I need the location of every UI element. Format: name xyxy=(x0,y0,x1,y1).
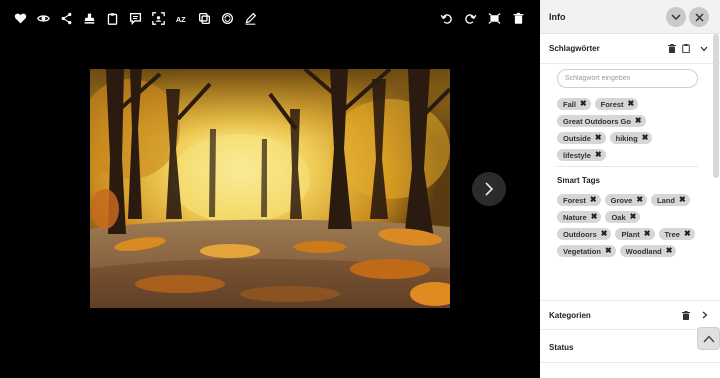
smart-tags-title: Smart Tags xyxy=(557,176,600,185)
smart-tag: Nature ✖ xyxy=(557,211,602,223)
smart-tag: Oak ✖ xyxy=(605,211,641,223)
remove-tag-icon[interactable]: ✖ xyxy=(601,230,608,238)
chevron-up-icon xyxy=(702,334,715,342)
close-panel-button[interactable] xyxy=(689,7,709,27)
smart-tag: Tree ✖ xyxy=(658,228,695,240)
keyword-tag: Great Outdoors Go ✖ xyxy=(557,115,646,127)
svg-text:AZ: AZ xyxy=(175,14,185,23)
keyword-tag: Forest ✖ xyxy=(594,98,639,110)
trash-icon[interactable] xyxy=(668,44,676,53)
comment-icon[interactable] xyxy=(124,10,146,26)
remove-tag-icon[interactable]: ✖ xyxy=(679,196,686,204)
trash-icon[interactable] xyxy=(682,310,690,320)
keywords-title: Schlagwörter xyxy=(549,44,600,53)
chevron-down-icon[interactable] xyxy=(700,46,708,52)
crop-icon[interactable] xyxy=(483,10,505,26)
keyword-tag: Outside ✖ xyxy=(557,132,606,144)
status-section-header[interactable]: Status xyxy=(540,333,720,363)
panel-scrollbar[interactable] xyxy=(713,34,719,178)
autumn-forest-photo xyxy=(90,69,450,308)
share-icon[interactable] xyxy=(55,10,77,26)
panel-title: Info xyxy=(549,11,566,22)
remove-tag-icon[interactable]: ✖ xyxy=(595,151,602,159)
info-panel: Info Schlagwörter Kategorien Status xyxy=(540,0,720,378)
face-scan-icon[interactable] xyxy=(147,10,169,26)
smart-tag: Grove ✖ xyxy=(604,194,648,206)
remove-tag-icon[interactable]: ✖ xyxy=(635,117,642,125)
chevron-right-icon xyxy=(485,182,494,196)
section-divider xyxy=(557,166,698,167)
clipboard-icon[interactable] xyxy=(101,10,123,26)
remove-tag-icon[interactable]: ✖ xyxy=(666,247,673,255)
viewer-toolbar-left: AZ xyxy=(9,10,262,26)
chevron-down-icon xyxy=(671,14,681,21)
remove-tag-icon[interactable]: ✖ xyxy=(580,100,587,108)
remove-tag-icon[interactable]: ✖ xyxy=(644,230,651,238)
collapse-panel-button[interactable] xyxy=(666,7,686,27)
status-title: Status xyxy=(549,343,574,352)
remove-tag-icon[interactable]: ✖ xyxy=(630,213,637,221)
remove-tag-icon[interactable]: ✖ xyxy=(628,100,635,108)
close-icon xyxy=(694,12,704,22)
smart-tag: Land ✖ xyxy=(651,194,690,206)
image-viewer: AZ xyxy=(0,0,540,378)
chevron-right-icon[interactable] xyxy=(702,311,708,319)
smart-tag: Plant ✖ xyxy=(615,228,655,240)
smart-tag: Outdoors ✖ xyxy=(557,228,612,240)
next-image-button[interactable] xyxy=(472,172,506,206)
redo-icon[interactable] xyxy=(459,10,481,26)
sync-icon[interactable] xyxy=(216,10,238,26)
remove-tag-icon[interactable]: ✖ xyxy=(642,134,649,142)
smart-tag: Woodland ✖ xyxy=(619,245,677,257)
trash-icon[interactable] xyxy=(507,10,529,26)
keyword-tag: hiking ✖ xyxy=(609,132,653,144)
remove-tag-icon[interactable]: ✖ xyxy=(636,196,643,204)
keyword-tags: Fall ✖ Forest ✖ Great Outdoors Go ✖ Outside… xyxy=(557,98,702,166)
keyword-tag: Fall ✖ xyxy=(557,98,591,110)
keywords-section-header[interactable]: Schlagwörter xyxy=(540,34,720,64)
remove-tag-icon[interactable]: ✖ xyxy=(684,230,691,238)
remove-tag-icon[interactable]: ✖ xyxy=(591,213,598,221)
az-text-icon[interactable]: AZ xyxy=(170,10,192,26)
clipboard-icon[interactable] xyxy=(682,44,690,53)
pencil-icon[interactable] xyxy=(239,10,261,26)
viewer-toolbar-right xyxy=(434,10,530,26)
keyword-tag: lifestyle ✖ xyxy=(557,149,606,161)
categories-title: Kategorien xyxy=(549,310,591,320)
undo-icon[interactable] xyxy=(435,10,457,26)
heart-icon[interactable] xyxy=(9,10,31,26)
scroll-to-top-button[interactable] xyxy=(697,327,720,350)
info-panel-header: Info xyxy=(540,0,720,34)
stamp-icon[interactable] xyxy=(78,10,100,26)
remove-tag-icon[interactable]: ✖ xyxy=(590,196,597,204)
categories-section-header[interactable]: Kategorien xyxy=(540,300,720,330)
smart-tags: Forest ✖ Grove ✖ Land ✖ Nature ✖ Oak ✖ Outdoo… xyxy=(557,194,702,262)
eye-icon[interactable] xyxy=(32,10,54,26)
copy-icon[interactable] xyxy=(193,10,215,26)
remove-tag-icon[interactable]: ✖ xyxy=(605,247,612,255)
keyword-input[interactable] xyxy=(557,69,698,88)
smart-tag: Vegetation ✖ xyxy=(557,245,616,257)
smart-tag: Forest ✖ xyxy=(557,194,601,206)
remove-tag-icon[interactable]: ✖ xyxy=(595,134,602,142)
